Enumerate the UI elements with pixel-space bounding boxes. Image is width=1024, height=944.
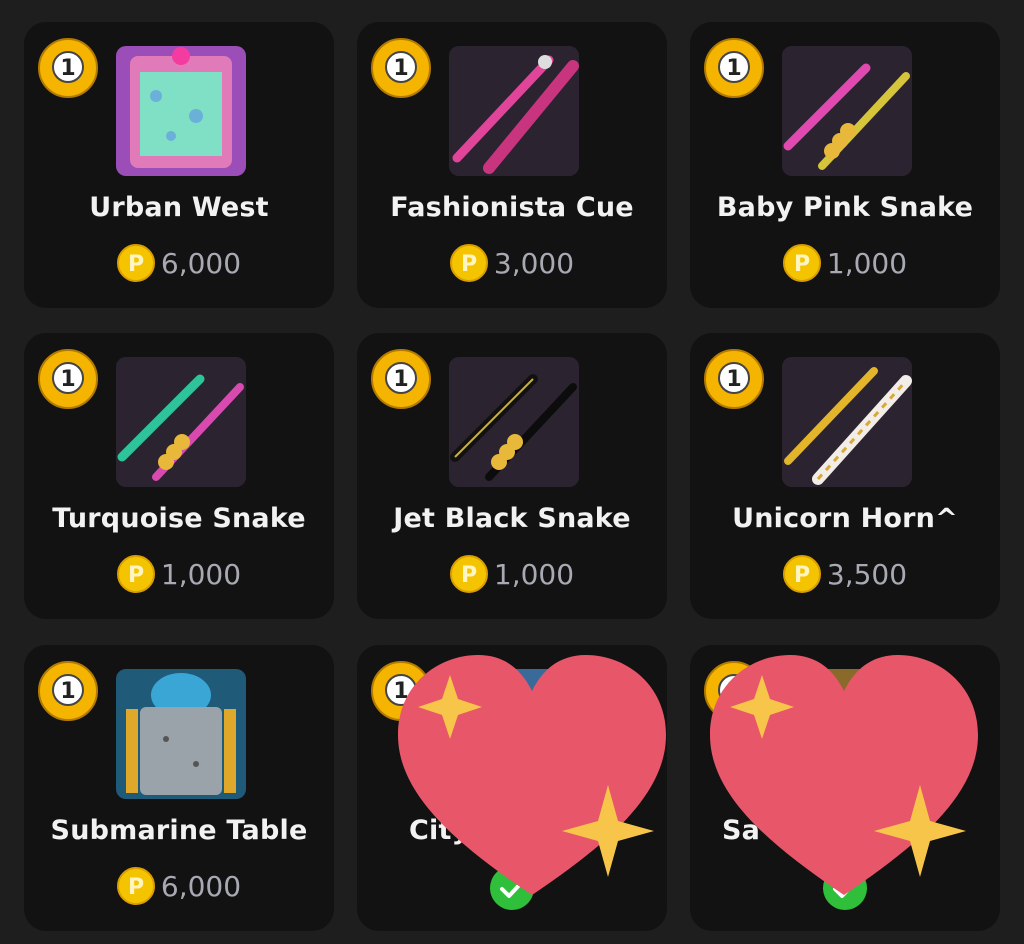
pool-ball-1-icon: 1	[371, 38, 431, 98]
pool-ball-1-icon: 1	[38, 38, 98, 98]
item-price: P 1,000	[357, 555, 667, 593]
svg-text:P: P	[794, 563, 810, 588]
svg-text:1: 1	[60, 679, 75, 704]
pool-coin-icon: P	[782, 244, 821, 282]
thumb-baby-pink-snake	[782, 46, 912, 176]
price-value: 6,000	[160, 246, 242, 280]
item-name: Unicorn Horn^	[732, 503, 958, 534]
item-name: Fashionista Cue	[390, 192, 634, 223]
svg-text:1: 1	[726, 56, 741, 81]
pool-ball-1-icon: 1	[371, 349, 431, 409]
shop-card-turquoise-snake[interactable]: 1 Turquoise Snake P 1,000	[24, 333, 334, 619]
shop-card-unicorn-horn[interactable]: 1 Unicorn Horn^ P 3,500	[690, 333, 1000, 619]
svg-text:P: P	[128, 563, 144, 588]
thumb-jet-black-snake	[449, 357, 579, 487]
price-value: 3,500	[826, 557, 908, 591]
svg-text:P: P	[128, 252, 144, 277]
shop-card-baby-pink-snake[interactable]: 1 Baby Pink Snake P 1,000	[690, 22, 1000, 308]
svg-text:1: 1	[726, 367, 741, 392]
thumb-unicorn-horn	[782, 357, 912, 487]
pool-ball-1-icon: 1	[704, 38, 764, 98]
item-name: Urban West	[89, 192, 269, 223]
pool-ball-1-icon: 1	[38, 349, 98, 409]
item-price: P 1,000	[24, 555, 334, 593]
svg-text:1: 1	[393, 56, 408, 81]
svg-text:1: 1	[60, 367, 75, 392]
price-value: 1,000	[160, 557, 242, 591]
item-price: P 6,000	[24, 244, 334, 282]
item-name: Jet Black Snake	[393, 503, 631, 534]
price-value: 3,000	[493, 246, 575, 280]
pool-ball-1-icon: 1	[704, 349, 764, 409]
svg-text:P: P	[128, 875, 144, 900]
pool-coin-icon: P	[116, 555, 155, 593]
thumb-fashionista-cue	[449, 46, 579, 176]
item-price: P 3,000	[357, 244, 667, 282]
pool-coin-icon: P	[782, 555, 821, 593]
item-name: Turquoise Snake	[52, 503, 306, 534]
shop-card-jet-black-snake[interactable]: 1 Jet Black Snake P 1,000	[357, 333, 667, 619]
shop-card-fashionista-cue[interactable]: 1 Fashionista Cue P 3,000	[357, 22, 667, 308]
price-value: 6,000	[160, 869, 242, 903]
svg-text:1: 1	[60, 56, 75, 81]
thumb-urban-west	[116, 46, 246, 176]
pool-coin-icon: P	[449, 555, 488, 593]
shop-card-urban-west[interactable]: 1 Urban West P 6,000	[24, 22, 334, 308]
pool-ball-1-icon: 1	[38, 661, 98, 721]
thumb-turquoise-snake	[116, 357, 246, 487]
shop-card-submarine-table[interactable]: 1 Submarine Table P 6,000	[24, 645, 334, 931]
pool-coin-icon: P	[116, 867, 155, 905]
pool-coin-icon: P	[449, 244, 488, 282]
price-value: 1,000	[826, 246, 908, 280]
svg-text:P: P	[461, 252, 477, 277]
svg-text:P: P	[461, 563, 477, 588]
item-price: P 1,000	[690, 244, 1000, 282]
thumb-submarine-table	[116, 669, 246, 799]
svg-text:P: P	[794, 252, 810, 277]
sparkling-heart-emoji	[710, 655, 978, 895]
svg-text:1: 1	[393, 367, 408, 392]
item-name: Submarine Table	[50, 815, 308, 846]
item-price: P 3,500	[690, 555, 1000, 593]
price-value: 1,000	[493, 557, 575, 591]
item-name: Baby Pink Snake	[716, 192, 974, 223]
item-price: P 6,000	[24, 867, 334, 905]
sparkling-heart-emoji	[398, 655, 666, 895]
pool-coin-icon: P	[116, 244, 155, 282]
